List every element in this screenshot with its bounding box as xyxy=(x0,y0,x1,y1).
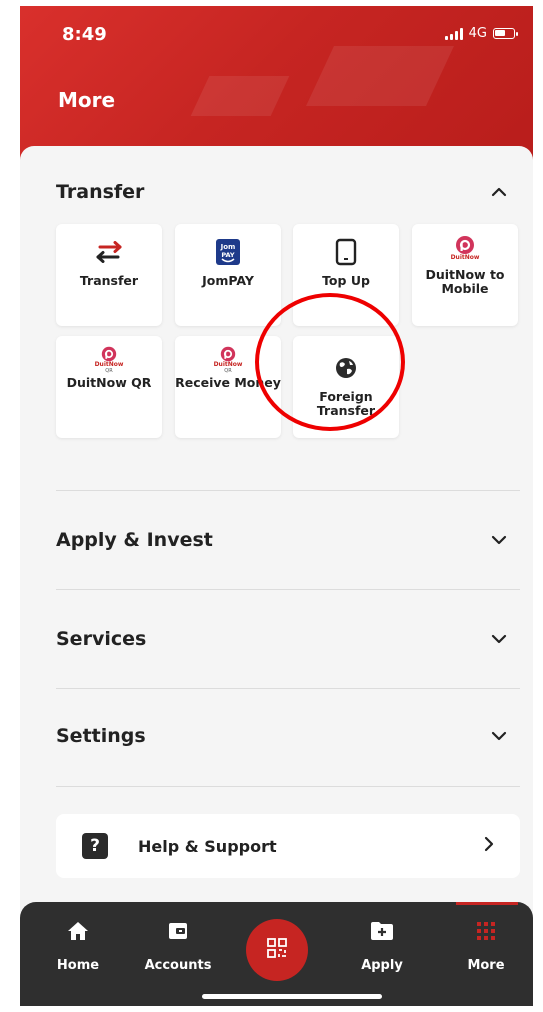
divider xyxy=(56,490,520,491)
signal-icon xyxy=(444,27,463,40)
question-icon: ? xyxy=(82,833,108,859)
chevron-down-icon xyxy=(485,526,513,554)
section-transfer-header[interactable]: Transfer xyxy=(56,172,513,212)
duitnow-qr-icon: DuitNow QR xyxy=(95,346,123,374)
home-icon xyxy=(67,918,89,944)
section-title: Settings xyxy=(56,725,146,747)
status-time: 8:49 xyxy=(62,24,107,45)
qr-code-icon xyxy=(266,937,288,963)
grid-icon xyxy=(476,918,496,944)
chevron-down-icon xyxy=(485,722,513,750)
tab-home[interactable]: Home xyxy=(38,918,118,973)
tile-label: DuitNow to Mobile xyxy=(425,267,505,296)
active-tab-indicator xyxy=(456,902,518,905)
wallet-icon xyxy=(167,918,189,944)
help-support-button[interactable]: ? Help & Support xyxy=(56,814,520,878)
help-support-label: Help & Support xyxy=(138,836,277,856)
home-indicator xyxy=(202,994,382,999)
section-services-header[interactable]: Services xyxy=(56,619,513,659)
tile-duitnow-qr[interactable]: DuitNow QR DuitNow QR xyxy=(56,336,162,438)
battery-icon xyxy=(493,28,518,39)
section-settings-header[interactable]: Settings xyxy=(56,716,513,756)
jompay-icon: Jom PAY xyxy=(215,238,241,266)
section-apply-invest-header[interactable]: Apply & Invest xyxy=(56,520,513,560)
divider xyxy=(56,688,520,689)
chevron-down-icon xyxy=(485,625,513,653)
section-title: Services xyxy=(56,628,147,650)
annotation-circle xyxy=(255,293,405,431)
app-screen: 8:49 4G More Transfer Transfer Jom PAY J… xyxy=(20,6,533,1006)
tile-label: DuitNow QR xyxy=(66,375,152,390)
divider xyxy=(56,589,520,590)
page-title: More xyxy=(58,88,116,112)
scan-qr-button[interactable] xyxy=(246,919,308,981)
divider xyxy=(56,786,520,787)
tab-accounts[interactable]: Accounts xyxy=(138,918,218,973)
folder-plus-icon xyxy=(370,918,394,944)
duitnow-qr-icon: DuitNow QR xyxy=(214,346,242,374)
phone-device-icon xyxy=(335,238,357,266)
chevron-up-icon xyxy=(485,178,513,206)
tile-label: Top Up xyxy=(322,273,370,288)
tab-apply[interactable]: Apply xyxy=(342,918,422,973)
network-type: 4G xyxy=(468,26,487,41)
tab-more[interactable]: More xyxy=(446,918,526,973)
tile-label: JomPAY xyxy=(202,273,254,288)
svg-text:PAY: PAY xyxy=(221,251,235,259)
status-indicators: 4G xyxy=(444,26,518,41)
section-title: Apply & Invest xyxy=(56,529,213,551)
transfer-arrows-icon xyxy=(94,238,124,266)
svg-text:Jom: Jom xyxy=(220,243,236,251)
duitnow-icon: DuitNow xyxy=(451,234,479,262)
tile-transfer[interactable]: Transfer xyxy=(56,224,162,326)
section-title: Transfer xyxy=(56,181,145,203)
tile-duitnow-to-mobile[interactable]: DuitNow DuitNow to Mobile xyxy=(412,224,518,326)
tile-label: Transfer xyxy=(79,273,139,288)
chevron-right-icon xyxy=(484,836,494,856)
tile-jompay[interactable]: Jom PAY JomPAY xyxy=(175,224,281,326)
